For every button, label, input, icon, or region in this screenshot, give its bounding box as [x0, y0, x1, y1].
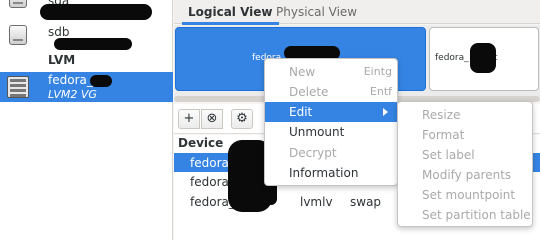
- menu-item-label: Set mountpoint: [422, 188, 516, 202]
- menu-item-label: Unmount: [289, 125, 345, 139]
- add-device-button[interactable]: +: [178, 109, 200, 129]
- menu-item-information[interactable]: Information: [265, 163, 397, 183]
- menu-item-label: Decrypt: [289, 146, 337, 160]
- menu-item-label: Information: [289, 166, 359, 180]
- redaction-mark: [54, 38, 132, 50]
- menu-item-label: Set partition table: [422, 208, 531, 222]
- device-type: lvmlv: [300, 195, 333, 209]
- sidebar-item-label: fedora_: [48, 73, 93, 87]
- device-options-button[interactable]: ⚙: [231, 109, 253, 129]
- redaction-mark: [470, 43, 496, 73]
- column-header-device[interactable]: Device: [178, 136, 223, 150]
- sidebar-item-label: sdb: [48, 25, 70, 39]
- submenu-arrow-icon: [383, 108, 388, 116]
- menu-item-shortcut: Entf: [369, 85, 392, 98]
- menu-item-label: Delete: [289, 85, 329, 99]
- menu-item-label: Set label: [422, 148, 475, 162]
- tab-logical-view[interactable]: Logical View: [182, 5, 278, 25]
- menu-item-set-mountpoint[interactable]: Set mountpoint: [398, 185, 532, 205]
- menu-item-label: Edit: [289, 105, 313, 119]
- menu-item-edit[interactable]: Edit: [265, 102, 397, 122]
- edit-submenu: Resize Format Set label Modify parents S…: [397, 101, 533, 227]
- harddisk-icon: [9, 25, 27, 45]
- menu-item-delete[interactable]: Delete Entf: [265, 82, 397, 102]
- plus-icon: +: [183, 111, 195, 126]
- context-menu: New Eintg Delete Entf Edit Unmount Decry…: [264, 58, 398, 186]
- menu-item-set-partition-table[interactable]: Set partition table: [398, 205, 532, 225]
- menu-item-resize[interactable]: Resize: [398, 105, 532, 125]
- volume-group-icon: [7, 76, 29, 98]
- redaction-mark: [90, 75, 112, 87]
- remove-circle-icon: ⊗: [206, 111, 218, 126]
- device-format: swap: [350, 195, 382, 209]
- sidebar-section-label: LVM: [48, 53, 76, 67]
- sidebar-item-fedora-vg[interactable]: fedora_ LVM2 VG: [0, 72, 173, 102]
- menu-item-shortcut: Eintg: [363, 65, 392, 78]
- menu-item-new[interactable]: New Eintg: [265, 62, 397, 82]
- menu-item-label: New: [289, 65, 316, 79]
- sidebar-section-lvm: LVM: [0, 50, 173, 70]
- menu-item-label: Resize: [422, 108, 461, 122]
- menu-item-label: Modify parents: [422, 168, 512, 182]
- gears-icon: ⚙: [236, 111, 248, 126]
- menu-item-label: Format: [422, 128, 465, 142]
- harddisk-icon: [9, 0, 27, 8]
- menu-item-format[interactable]: Format: [398, 125, 532, 145]
- tab-physical-view[interactable]: Physical View: [276, 5, 357, 19]
- menu-item-unmount[interactable]: Unmount: [265, 122, 397, 142]
- sidebar-item-subtitle: LVM2 VG: [48, 88, 97, 101]
- menu-item-decrypt[interactable]: Decrypt: [265, 143, 397, 163]
- view-tabs: Logical View Physical View: [174, 0, 540, 25]
- menu-item-set-label[interactable]: Set label: [398, 145, 532, 165]
- device-sidebar: sda sdb LVM fedora_ LVM2 VG: [0, 0, 173, 240]
- remove-device-button[interactable]: ⊗: [201, 109, 223, 129]
- menu-item-modify-parents[interactable]: Modify parents: [398, 165, 532, 185]
- redaction-mark: [40, 4, 152, 20]
- map-block-root[interactable]: fedora_ s-root: [429, 27, 539, 91]
